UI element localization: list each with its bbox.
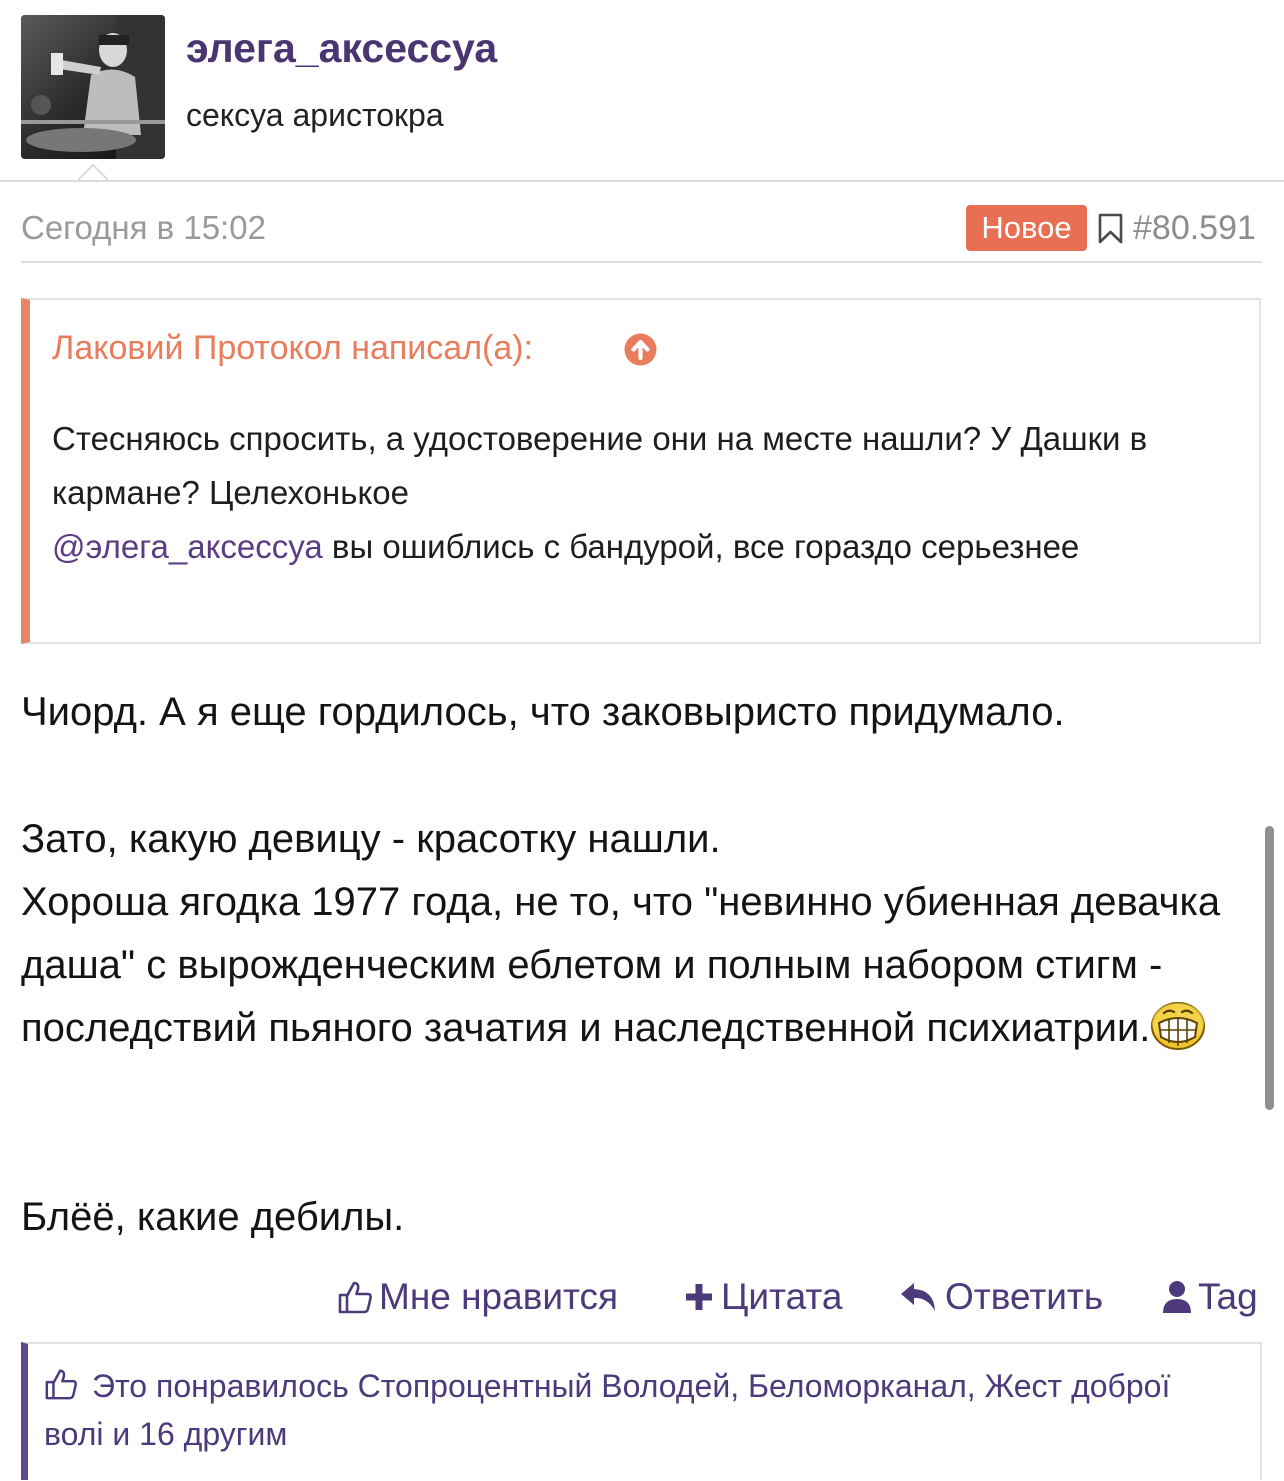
quote-line-2: вы ошиблись с бандурой, все гораздо серь… bbox=[322, 528, 1080, 565]
arrow-circle-up-icon[interactable] bbox=[623, 332, 658, 367]
user-icon bbox=[1163, 1281, 1191, 1313]
pointer-arrow bbox=[78, 164, 108, 181]
quote-button[interactable]: Цитата bbox=[683, 1274, 842, 1320]
reply-button[interactable]: Ответить bbox=[899, 1274, 1103, 1320]
quote-author[interactable]: Лаковий Протокол написал(а): bbox=[52, 326, 533, 370]
grinning-emoji-icon bbox=[1151, 1002, 1206, 1051]
tag-button[interactable]: Tag bbox=[1162, 1274, 1258, 1320]
post-date[interactable]: Сегодня в 15:02 bbox=[21, 206, 266, 250]
scrollbar[interactable] bbox=[1265, 826, 1274, 1110]
meta-divider bbox=[21, 261, 1262, 263]
quote-text: Стесняюсь спросить, а удостоверение они … bbox=[52, 412, 1242, 574]
new-badge: Новое bbox=[966, 205, 1087, 251]
username[interactable]: элега_аксессуа bbox=[186, 24, 497, 72]
likes-text-block: Это понравилось Стопроцентный Володей, Б… bbox=[44, 1362, 1234, 1458]
user-title: сексуа аристокра bbox=[186, 97, 444, 133]
tag-label: Tag bbox=[1198, 1276, 1258, 1317]
user-mention[interactable]: @элега_аксессуа bbox=[52, 528, 323, 565]
bookmark-icon[interactable] bbox=[1097, 213, 1124, 244]
likes-text[interactable]: Это понравилось Стопроцентный Володей, Б… bbox=[44, 1368, 1170, 1452]
post-paragraph-3-text: Хороша ягодка 1977 года, не то, что "нев… bbox=[21, 880, 1221, 1050]
reply-label: Ответить bbox=[945, 1276, 1104, 1317]
post-paragraph-2: Зато, какую девицу - красотку нашли. bbox=[21, 817, 721, 861]
post-paragraph-4: Блёё, какие дебилы. bbox=[21, 1195, 405, 1239]
quote-label: Цитата bbox=[721, 1276, 843, 1317]
reply-arrow-icon bbox=[901, 1283, 935, 1311]
thumbs-up-icon bbox=[338, 1281, 372, 1314]
post-paragraph-3: Хороша ягодка 1977 года, не то, что "нев… bbox=[21, 871, 1256, 1060]
thumbs-up-icon bbox=[45, 1369, 77, 1400]
like-label: Мне нравится bbox=[379, 1276, 619, 1317]
plus-icon bbox=[686, 1284, 712, 1310]
quote-line-1: Стесняюсь спросить, а удостоверение они … bbox=[52, 420, 1148, 511]
post-paragraph-1: Чиорд. А я еще гордилось, что заковырист… bbox=[21, 690, 1065, 734]
avatar[interactable] bbox=[21, 15, 165, 159]
like-button[interactable]: Мне нравится bbox=[337, 1274, 618, 1320]
header-divider bbox=[0, 180, 1284, 182]
post-number[interactable]: #80.591 bbox=[1133, 206, 1256, 250]
